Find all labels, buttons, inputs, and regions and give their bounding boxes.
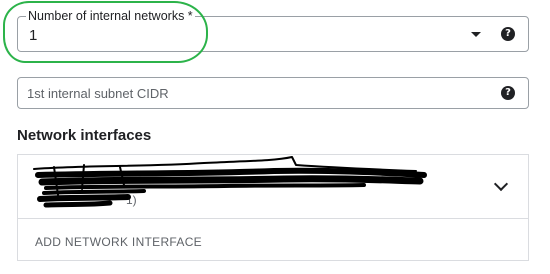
help-icon[interactable]: ? (501, 27, 515, 41)
help-icon[interactable]: ? (501, 86, 515, 100)
add-network-interface-button[interactable]: ADD NETWORK INTERFACE (35, 235, 202, 249)
subnet-cidr-input[interactable]: 1st internal subnet CIDR ? (17, 77, 529, 109)
internal-networks-label: Number of internal networks * (26, 8, 195, 24)
network-interface-summary: 1) (126, 193, 137, 207)
network-interface-item[interactable]: 1) (18, 155, 528, 219)
internal-networks-value: 1 (29, 27, 38, 44)
subnet-cidr-placeholder: 1st internal subnet CIDR (27, 86, 169, 101)
network-interfaces-panel: 1) ADD NETWORK INTERFACE (17, 154, 529, 261)
dropdown-arrow-icon[interactable] (471, 32, 481, 37)
redaction-scribble (33, 156, 427, 208)
chevron-down-icon[interactable] (493, 176, 509, 192)
network-interfaces-heading: Network interfaces (17, 127, 152, 144)
internal-networks-select[interactable]: Number of internal networks * 1 ? (17, 8, 529, 52)
